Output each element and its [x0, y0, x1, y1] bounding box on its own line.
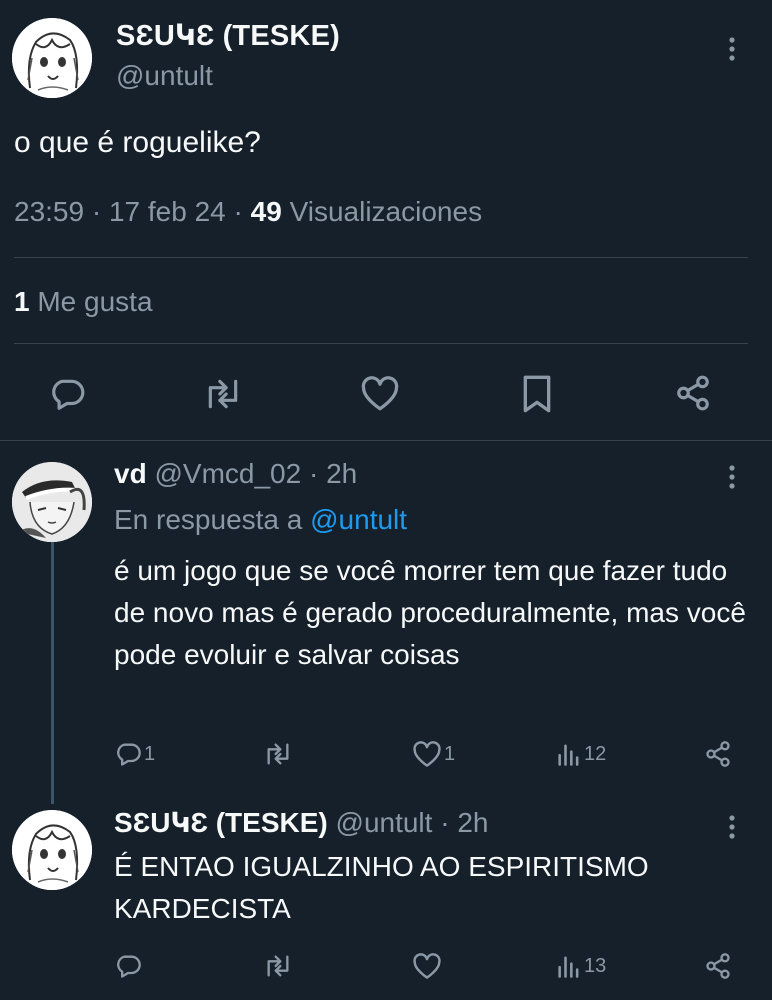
reply-header: vd @Vmcd_02 · 2h: [114, 458, 357, 490]
likes-count: 1: [14, 286, 30, 317]
retweet-icon[interactable]: [202, 375, 244, 413]
divider: [0, 440, 772, 441]
likes-label: Me gusta: [37, 286, 153, 317]
more-options-icon[interactable]: [720, 462, 744, 492]
views-label: Visualizaciones: [289, 196, 483, 227]
meta-separator: ·: [440, 807, 450, 838]
reply-avatar[interactable]: [12, 462, 92, 542]
share-icon[interactable]: [674, 374, 712, 412]
view-count: 13: [584, 954, 607, 977]
meta-separator: ·: [233, 196, 251, 227]
like-button[interactable]: [412, 953, 444, 980]
meta-separator: ·: [308, 458, 319, 489]
more-options-icon[interactable]: [720, 812, 744, 842]
reply-time[interactable]: 2h: [326, 458, 357, 489]
views-button[interactable]: 12: [556, 740, 606, 768]
views-button[interactable]: 13: [556, 952, 606, 980]
more-options-icon[interactable]: [720, 34, 744, 64]
tweet-meta: 23:59 · 17 feb 24 · 49 Visualizaciones: [14, 196, 482, 228]
author-name[interactable]: SƐUԿƐ (TESKE): [116, 18, 340, 53]
retweet-button[interactable]: [262, 952, 296, 980]
share-button[interactable]: [704, 740, 732, 768]
bookmark-icon[interactable]: [520, 374, 554, 414]
like-count: 1: [444, 743, 456, 765]
share-button[interactable]: [704, 952, 732, 980]
reply-text: é um jogo que se você morrer tem que faz…: [114, 555, 746, 670]
reply-author-name[interactable]: vd: [114, 458, 147, 489]
reply-time[interactable]: 2h: [457, 807, 488, 838]
reply-button[interactable]: 1: [114, 740, 155, 768]
reply-count: 1: [144, 742, 156, 765]
like-icon[interactable]: [360, 376, 400, 412]
replying-to: En respuesta a @untult: [114, 504, 407, 536]
replying-to-label: En respuesta a: [114, 504, 303, 535]
reply-author-handle[interactable]: @Vmcd_02: [154, 458, 301, 489]
reply-icon[interactable]: [48, 375, 86, 413]
reply-author-handle[interactable]: @untult: [336, 807, 433, 838]
reply-button[interactable]: [114, 952, 144, 980]
tweet-text: o que é roguelike?: [14, 126, 261, 159]
meta-separator: ·: [91, 196, 109, 227]
replying-to-handle[interactable]: @untult: [310, 504, 407, 535]
retweet-button[interactable]: [262, 740, 296, 768]
likes-row[interactable]: 1 Me gusta: [14, 286, 153, 318]
tweet-date[interactable]: 17 feb 24: [109, 196, 226, 227]
reply-author-name[interactable]: SƐUԿƐ (TESKE): [114, 807, 328, 838]
thread-line: [51, 542, 54, 804]
like-button[interactable]: 1: [412, 741, 455, 768]
reply-header: SƐUԿƐ (TESKE) @untult · 2h: [114, 806, 488, 839]
views-count: 49: [250, 196, 282, 227]
view-count: 12: [584, 742, 607, 765]
reply-avatar[interactable]: [12, 810, 92, 890]
divider: [14, 257, 748, 258]
tweet-time[interactable]: 23:59: [14, 196, 84, 227]
author-handle[interactable]: @untult: [116, 60, 213, 92]
author-avatar[interactable]: [12, 18, 92, 98]
reply-text: É ENTAO IGUALZINHO AO ESPIRITISMO KARDEC…: [114, 851, 649, 924]
divider: [14, 343, 748, 344]
